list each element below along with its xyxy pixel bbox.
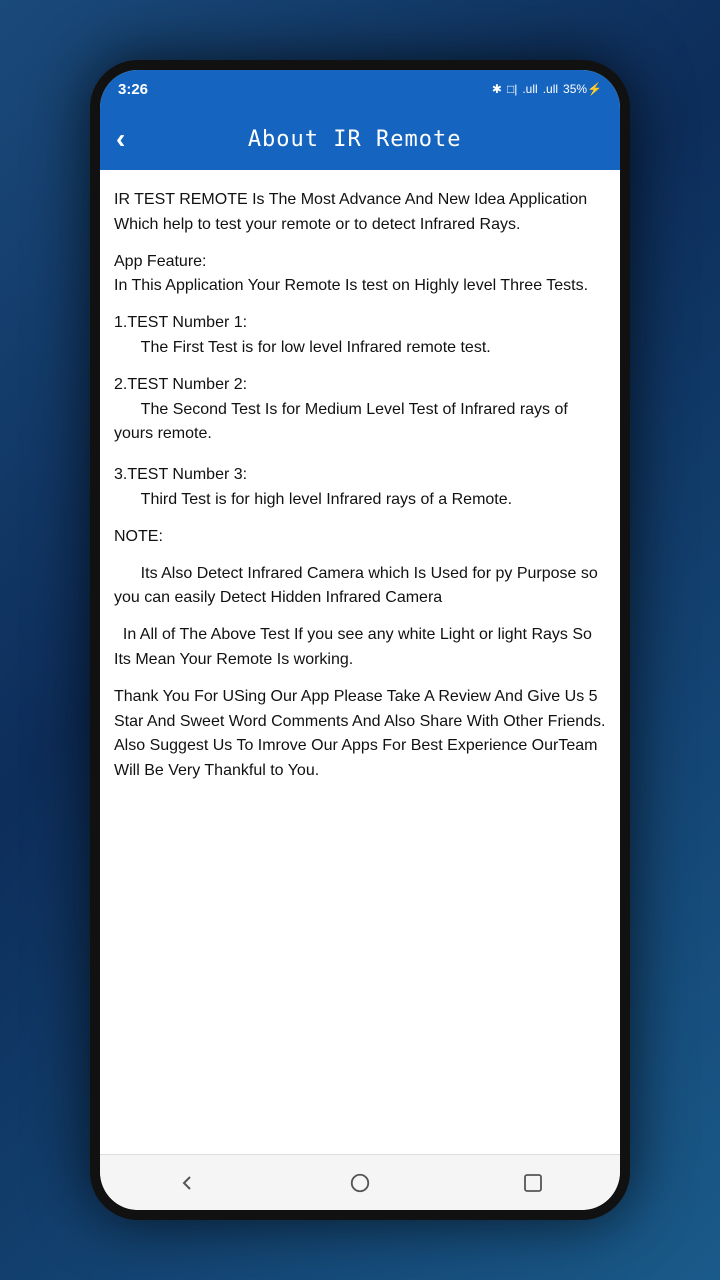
bluetooth-icon: ✱ <box>492 82 502 96</box>
thank-you: Thank You For USing Our App Please Take … <box>114 685 606 784</box>
bottom-nav <box>100 1154 620 1210</box>
content-area: IR TEST REMOTE Is The Most Advance And N… <box>100 170 620 1154</box>
nav-home-button[interactable] <box>345 1168 375 1198</box>
status-time: 3:26 <box>118 81 148 98</box>
intro-paragraph: IR TEST REMOTE Is The Most Advance And N… <box>114 188 606 238</box>
content-text: IR TEST REMOTE Is The Most Advance And N… <box>114 188 606 784</box>
note-section: NOTE: <box>114 525 606 550</box>
light-note: In All of The Above Test If you see any … <box>114 623 606 673</box>
app-title: About IR Remote <box>135 127 574 152</box>
nav-recent-button[interactable] <box>518 1168 548 1198</box>
status-icons: ✱ □| .ull .ull 35%⚡ <box>492 82 602 96</box>
phone-inner: 3:26 ✱ □| .ull .ull 35%⚡ ‹ About IR Remo… <box>100 70 620 1210</box>
test2-section: 2.TEST Number 2: The Second Test Is for … <box>114 373 606 447</box>
network-icon2: .ull <box>543 82 558 96</box>
status-bar: 3:26 ✱ □| .ull .ull 35%⚡ <box>100 70 620 108</box>
nav-back-button[interactable] <box>172 1168 202 1198</box>
battery-icon: 35%⚡ <box>563 82 602 96</box>
back-button[interactable]: ‹ <box>116 125 125 153</box>
app-bar: ‹ About IR Remote <box>100 108 620 170</box>
test3-section: 3.TEST Number 3: Third Test is for high … <box>114 463 606 513</box>
feature-heading: App Feature: In This Application Your Re… <box>114 250 606 300</box>
test1-section: 1.TEST Number 1: The First Test is for l… <box>114 311 606 361</box>
phone-shell: 3:26 ✱ □| .ull .ull 35%⚡ ‹ About IR Remo… <box>90 60 630 1220</box>
network-icon1: .ull <box>522 82 537 96</box>
note-body: Its Also Detect Infrared Camera which Is… <box>114 562 606 612</box>
signal-icon: □| <box>507 82 517 96</box>
